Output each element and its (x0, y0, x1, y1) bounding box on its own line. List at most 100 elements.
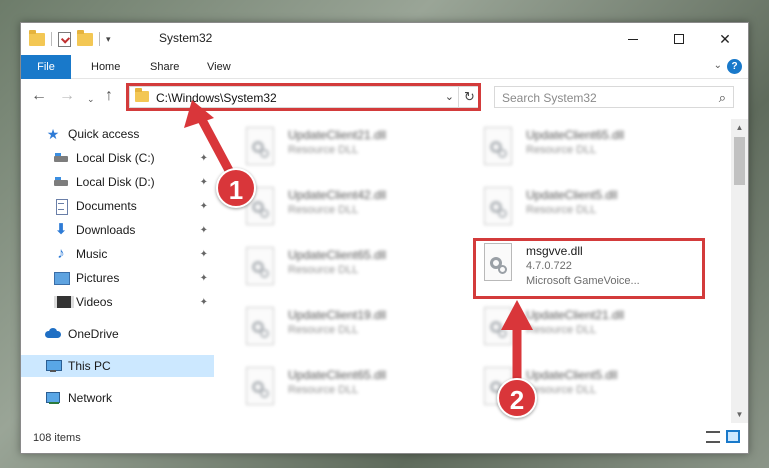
properties-icon[interactable] (58, 31, 71, 47)
tab-file[interactable]: File (21, 55, 71, 79)
window-title: System32 (159, 31, 213, 45)
file-description: Microsoft GameVoice... (526, 275, 640, 287)
computer-icon (45, 358, 62, 374)
scrollbar-thumb[interactable] (734, 137, 745, 185)
back-button[interactable]: ← (31, 88, 47, 104)
folder-icon (135, 88, 149, 102)
new-folder-icon[interactable] (77, 30, 93, 47)
sidebar-item-onedrive[interactable]: OneDrive (21, 323, 214, 345)
star-icon: ★ (46, 126, 60, 142)
tab-share[interactable]: Share (150, 55, 179, 79)
forward-button[interactable]: → (59, 88, 75, 104)
download-icon: ⬇ (54, 221, 68, 238)
customize-toolbar-chevron-icon[interactable]: ▾ (106, 34, 111, 45)
sidebar-item-videos[interactable]: Videos ✦ (21, 291, 214, 313)
vertical-scrollbar[interactable]: ▲ ▼ (731, 119, 748, 423)
expand-ribbon-chevron-icon[interactable]: ⌄ (714, 60, 722, 71)
file-description: Resource DLL (526, 324, 597, 336)
sidebar-item-downloads[interactable]: ⬇ Downloads ✦ (21, 219, 214, 241)
file-name: UpdateClient65.dll (288, 248, 387, 262)
details-view-icon[interactable] (706, 431, 720, 443)
tab-home[interactable]: Home (91, 55, 120, 79)
sidebar-item-label: Pictures (76, 271, 120, 285)
file-item[interactable]: UpdateClient65.dll Resource DLL (242, 365, 462, 413)
help-icon[interactable]: ? (727, 59, 742, 74)
sidebar-item-documents[interactable]: Documents ✦ (21, 195, 214, 217)
scroll-down-icon[interactable]: ▼ (731, 406, 748, 423)
document-icon (53, 198, 69, 215)
sidebar-item-label: Music (76, 247, 108, 261)
tab-view[interactable]: View (207, 55, 231, 79)
file-description: Resource DLL (288, 324, 359, 336)
search-icon[interactable]: ⌕ (719, 90, 726, 106)
address-bar[interactable]: C:\Windows\System32 ⌄ ↻ (129, 86, 481, 108)
pictures-icon (53, 270, 70, 286)
sidebar-item-quick-access[interactable]: ★ Quick access (21, 123, 214, 145)
sidebar-item-label: OneDrive (68, 327, 119, 341)
dll-file-icon (480, 185, 516, 229)
file-name: UpdateClient5.dll (526, 368, 618, 382)
sidebar-item-label: Videos (76, 295, 113, 309)
scroll-up-icon[interactable]: ▲ (731, 119, 748, 136)
file-name: UpdateClient65.dll (288, 368, 387, 382)
sidebar-item-label: Quick access (68, 127, 140, 141)
file-description: Resource DLL (288, 384, 359, 396)
file-item[interactable]: UpdateClient21.dll Resource DLL (480, 305, 700, 353)
sidebar-item-label: Documents (76, 199, 137, 213)
refresh-button[interactable]: ↻ (458, 87, 480, 107)
minimize-button[interactable] (610, 23, 656, 55)
navigation-pane: ★ Quick access Local Disk (C:) ✦ Local D… (21, 119, 214, 423)
file-list: UpdateClient21.dll Resource DLL UpdateCli… (222, 119, 730, 423)
pin-icon: ✦ (199, 176, 208, 188)
sidebar-item-label: Local Disk (D:) (76, 175, 155, 189)
file-item[interactable]: UpdateClient21.dll Resource DLL (242, 125, 462, 173)
callout-badge-1: 1 (216, 168, 256, 208)
sidebar-item-local-disk-c[interactable]: Local Disk (C:) ✦ (21, 147, 214, 169)
dll-file-icon (480, 305, 516, 349)
maximize-button[interactable] (656, 23, 702, 55)
file-item-msgvve[interactable]: msgvve.dll 4.7.0.722 Microsoft GameVoice..… (480, 241, 700, 297)
videos-icon (53, 294, 74, 310)
item-count: 108 items (33, 432, 81, 444)
file-name: UpdateClient21.dll (526, 308, 625, 322)
pin-icon: ✦ (199, 200, 208, 212)
sidebar-item-label: This PC (68, 359, 111, 373)
sidebar-item-network[interactable]: Network (21, 387, 214, 409)
address-history-chevron-icon[interactable]: ⌄ (445, 90, 454, 103)
cloud-icon (45, 326, 61, 342)
ribbon-tabs: File Home Share View ⌄ ? (21, 55, 748, 79)
file-description: Resource DLL (526, 384, 597, 396)
toolbar-separator (51, 32, 52, 46)
sidebar-item-local-disk-d[interactable]: Local Disk (D:) ✦ (21, 171, 214, 193)
address-path[interactable]: C:\Windows\System32 (156, 91, 277, 105)
dll-file-icon (242, 245, 278, 289)
navigation-bar: ← → ⌄ ↑ C:\Windows\System32 ⌄ ↻ Search S… (21, 80, 748, 114)
recent-locations-chevron-icon[interactable]: ⌄ (87, 91, 95, 107)
sidebar-item-music[interactable]: ♪ Music ✦ (21, 243, 214, 265)
pin-icon: ✦ (199, 272, 208, 284)
search-box[interactable]: Search System32 ⌕ (494, 86, 734, 108)
status-bar: 108 items (21, 423, 748, 453)
file-item[interactable]: UpdateClient5.dll Resource DLL (480, 185, 700, 233)
file-name: UpdateClient42.dll (288, 188, 387, 202)
file-item[interactable]: UpdateClient65.dll Resource DLL (242, 245, 462, 293)
file-item[interactable]: UpdateClient65.dll Resource DLL (480, 125, 700, 173)
close-button[interactable]: ✕ (702, 23, 748, 55)
sidebar-item-pictures[interactable]: Pictures ✦ (21, 267, 214, 289)
network-icon (45, 390, 61, 406)
file-item[interactable]: UpdateClient19.dll Resource DLL (242, 305, 462, 353)
folder-icon[interactable] (29, 30, 45, 47)
search-input[interactable]: Search System32 (502, 91, 597, 105)
dll-file-icon (480, 125, 516, 169)
pin-icon: ✦ (199, 296, 208, 308)
large-icons-view-icon[interactable] (726, 430, 740, 443)
up-button[interactable]: ↑ (105, 88, 113, 104)
file-description: Resource DLL (288, 264, 359, 276)
callout-badge-2: 2 (497, 378, 537, 418)
sidebar-item-label: Downloads (76, 223, 136, 237)
file-description: Resource DLL (288, 144, 359, 156)
sidebar-item-this-pc[interactable]: This PC (21, 355, 214, 377)
file-item[interactable]: UpdateClient42.dll Resource DLL (242, 185, 462, 233)
file-name: UpdateClient65.dll (526, 128, 625, 142)
file-description: Resource DLL (526, 144, 597, 156)
